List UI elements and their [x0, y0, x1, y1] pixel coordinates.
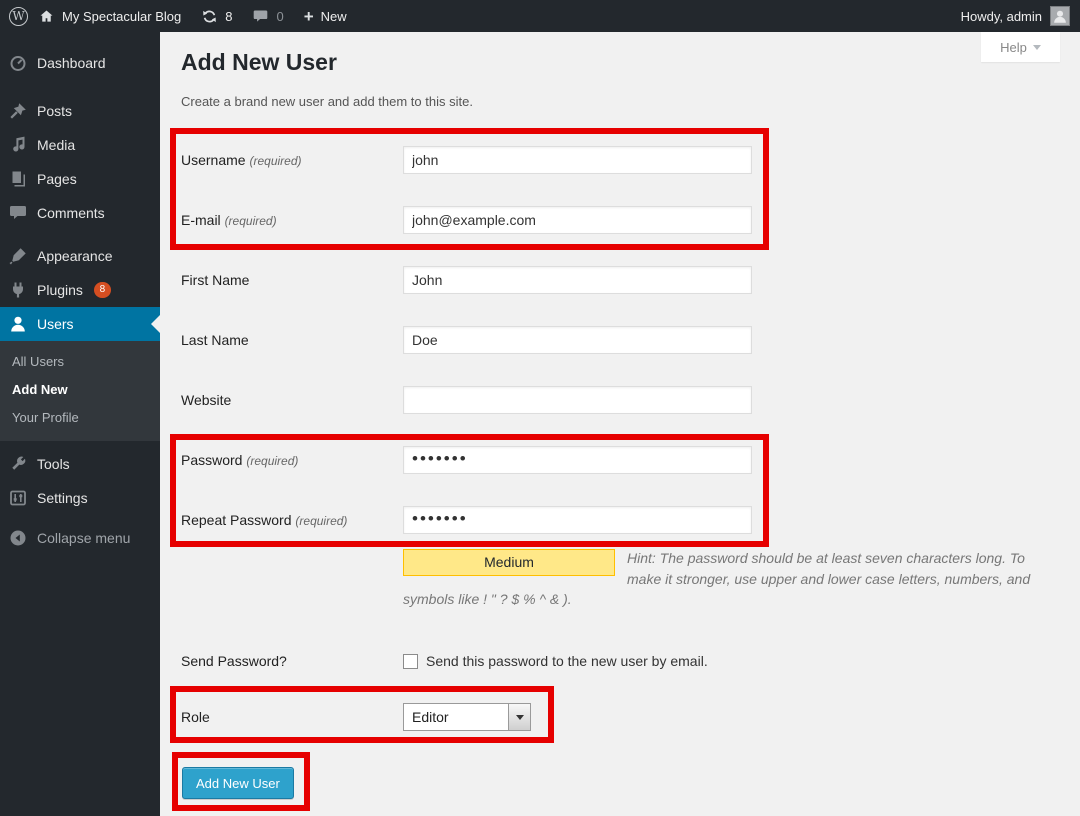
- sidebar-item-media[interactable]: Media: [0, 128, 160, 162]
- chevron-down-icon: [1033, 45, 1041, 54]
- sidebar-item-label: Users: [37, 316, 74, 332]
- send-password-checkbox[interactable]: [403, 654, 418, 669]
- email-label: E-mail (required): [181, 206, 397, 235]
- comment-bubble-icon: [252, 8, 269, 25]
- sidebar-item-label: Pages: [37, 171, 77, 187]
- admin-top-bar: W My Spectacular Blog 8 0 + New Howdy, a…: [0, 0, 1080, 32]
- pushpin-icon: [8, 101, 28, 121]
- comment-icon: [8, 203, 28, 223]
- sidebar-item-label: Tools: [37, 456, 70, 472]
- howdy-text: Howdy, admin: [961, 9, 1042, 24]
- help-label: Help: [1000, 40, 1027, 55]
- required-note: (required): [225, 214, 277, 228]
- repeat-password-label: Repeat Password (required): [181, 506, 397, 535]
- dashboard-icon: [8, 53, 28, 73]
- send-password-label: Send Password?: [181, 647, 397, 675]
- paintbrush-icon: [8, 246, 28, 266]
- send-password-checkbox-label: Send this password to the new user by em…: [426, 647, 708, 675]
- wrench-icon: [8, 454, 28, 474]
- select-arrow-button[interactable]: [508, 704, 530, 730]
- password-strength-meter: Medium: [403, 549, 615, 576]
- updates-count: 8: [225, 9, 232, 24]
- help-button[interactable]: Help: [981, 32, 1060, 62]
- page-title: Add New User: [181, 46, 337, 78]
- password-field[interactable]: [403, 446, 752, 474]
- username-label: Username (required): [181, 146, 397, 175]
- last-name-label: Last Name: [181, 326, 397, 354]
- settings-icon: [8, 488, 28, 508]
- comments-indicator[interactable]: 0: [242, 0, 293, 32]
- sidebar-item-plugins[interactable]: Plugins 8: [0, 273, 160, 307]
- sidebar-item-pages[interactable]: Pages: [0, 162, 160, 196]
- new-label: New: [321, 9, 347, 24]
- sidebar-item-users[interactable]: Users: [0, 307, 160, 341]
- add-new-user-page: Help Add New User Create a brand new use…: [160, 32, 1080, 816]
- role-select[interactable]: Editor: [403, 703, 531, 731]
- username-field[interactable]: [403, 146, 752, 174]
- plugin-icon: [8, 280, 28, 300]
- add-new-user-button[interactable]: Add New User: [182, 767, 294, 799]
- first-name-label: First Name: [181, 266, 397, 294]
- comments-count: 0: [276, 9, 283, 24]
- first-name-field[interactable]: [403, 266, 752, 294]
- admin-sidebar: Dashboard Posts Media Pages Comments: [0, 32, 160, 816]
- person-icon: [1051, 7, 1069, 25]
- sidebar-item-label: Collapse menu: [37, 530, 130, 546]
- new-menu[interactable]: + New: [294, 0, 357, 32]
- sidebar-item-comments[interactable]: Comments: [0, 196, 160, 230]
- submenu-item-your-profile[interactable]: Your Profile: [0, 404, 160, 432]
- role-label: Role: [181, 703, 397, 731]
- submenu-item-add-new[interactable]: Add New: [0, 376, 160, 404]
- role-selected-value: Editor: [404, 704, 508, 730]
- plus-icon: +: [304, 8, 314, 25]
- sidebar-item-collapse-menu[interactable]: Collapse menu: [0, 521, 160, 555]
- sidebar-item-label: Plugins: [37, 282, 83, 298]
- required-note: (required): [246, 454, 298, 468]
- users-icon: [8, 314, 28, 334]
- pages-icon: [8, 169, 28, 189]
- sidebar-item-label: Comments: [37, 205, 105, 221]
- home-icon: [38, 8, 55, 25]
- email-field[interactable]: [403, 206, 752, 234]
- required-note: (required): [249, 154, 301, 168]
- required-note: (required): [295, 514, 347, 528]
- sidebar-item-tools[interactable]: Tools: [0, 447, 160, 481]
- sidebar-item-label: Dashboard: [37, 55, 106, 71]
- sidebar-item-label: Settings: [37, 490, 88, 506]
- updates-indicator[interactable]: 8: [191, 0, 242, 32]
- sidebar-item-posts[interactable]: Posts: [0, 94, 160, 128]
- plugins-update-badge: 8: [94, 282, 111, 298]
- account-menu[interactable]: Howdy, admin: [961, 6, 1080, 26]
- media-icon: [8, 135, 28, 155]
- update-icon: [201, 8, 218, 25]
- chevron-down-icon: [516, 715, 524, 724]
- sidebar-item-appearance[interactable]: Appearance: [0, 239, 160, 273]
- password-hint-area: Medium Hint: The password should be at l…: [403, 548, 1039, 610]
- sidebar-item-label: Posts: [37, 103, 72, 119]
- wordpress-logo-icon[interactable]: W: [9, 7, 28, 26]
- last-name-field[interactable]: [403, 326, 752, 354]
- website-label: Website: [181, 386, 397, 414]
- password-label: Password (required): [181, 446, 397, 475]
- page-subtitle: Create a brand new user and add them to …: [181, 94, 473, 109]
- site-name-menu[interactable]: My Spectacular Blog: [28, 0, 191, 32]
- sidebar-item-label: Appearance: [37, 248, 113, 264]
- sidebar-item-settings[interactable]: Settings: [0, 481, 160, 515]
- site-name: My Spectacular Blog: [62, 9, 181, 24]
- repeat-password-field[interactable]: [403, 506, 752, 534]
- website-field[interactable]: [403, 386, 752, 414]
- users-submenu: All Users Add New Your Profile: [0, 341, 160, 441]
- avatar: [1050, 6, 1070, 26]
- sidebar-item-label: Media: [37, 137, 75, 153]
- sidebar-item-dashboard[interactable]: Dashboard: [0, 46, 160, 80]
- submenu-item-all-users[interactable]: All Users: [0, 348, 160, 376]
- collapse-icon: [8, 528, 28, 548]
